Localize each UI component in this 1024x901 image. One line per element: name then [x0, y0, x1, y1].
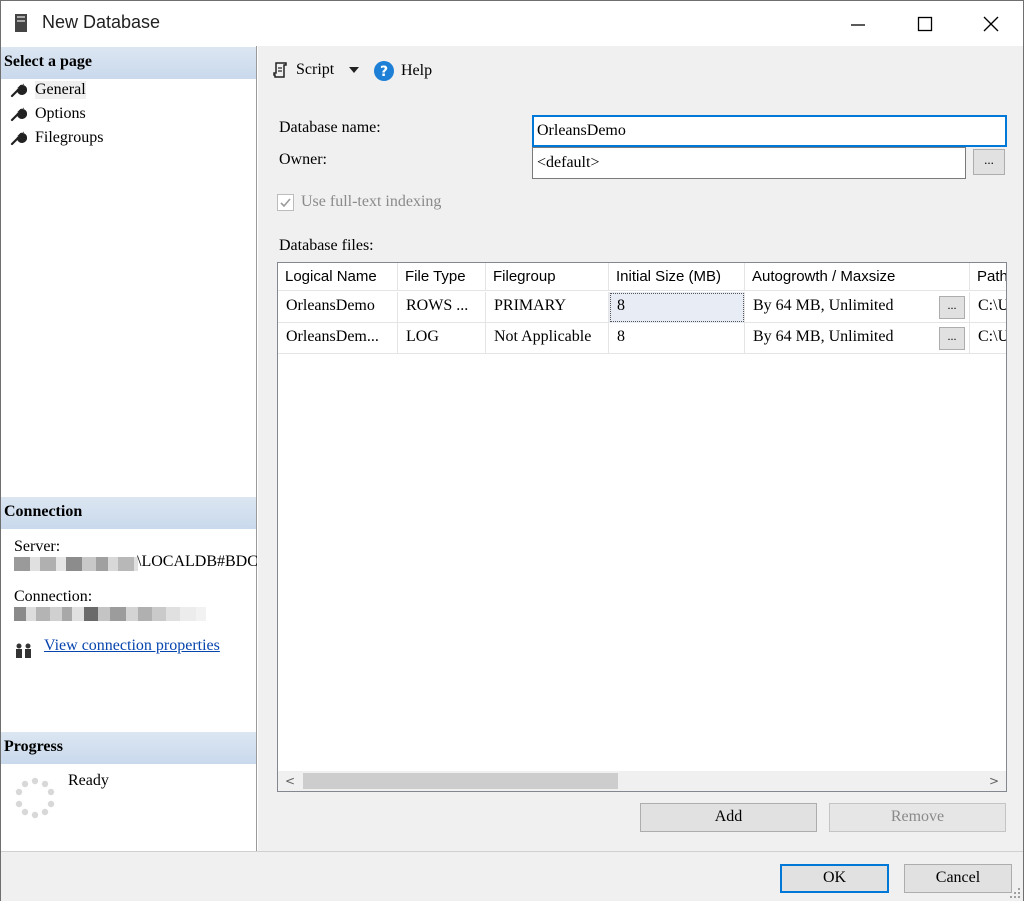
autogrowth-browse-button[interactable]: ...	[939, 296, 965, 319]
page-item-general[interactable]: General	[9, 79, 86, 101]
grid-header: Logical Name File Type Filegroup Initial…	[278, 263, 1006, 291]
connection-header: Connection	[1, 497, 256, 529]
add-button[interactable]: Add	[640, 803, 817, 832]
cell-autogrowth[interactable]: By 64 MB, Unlimited ...	[745, 292, 970, 323]
cell-initial-size-value: 8	[617, 297, 625, 314]
resize-grip-icon[interactable]	[1009, 887, 1021, 899]
page-item-label: Filegroups	[35, 129, 104, 146]
wrench-icon	[10, 83, 27, 98]
cell-logical-name[interactable]: OrleansDemo	[278, 292, 398, 323]
table-row[interactable]: OrleansDem... LOG Not Applicable 8 By 64…	[278, 323, 1006, 354]
new-database-window: New Database Select a page General Optio…	[0, 0, 1024, 901]
connection-label: Connection:	[14, 588, 93, 605]
wrench-icon	[10, 107, 27, 122]
progress-header: Progress	[1, 732, 256, 764]
people-icon	[16, 643, 31, 658]
scroll-right-arrow[interactable]: >	[989, 774, 999, 788]
cell-initial-size[interactable]: 8	[609, 323, 745, 354]
general-page-panel: Script ? Help Database name: Owner: ... …	[258, 46, 1023, 851]
database-name-input[interactable]	[532, 115, 1007, 147]
cell-initial-size[interactable]: 8	[609, 292, 745, 323]
column-header-path[interactable]: Path	[970, 263, 1006, 291]
view-connection-properties-link[interactable]: View connection properties	[44, 637, 220, 655]
owner-input[interactable]	[532, 147, 966, 179]
connection-name-masked	[14, 607, 206, 621]
scrollbar-thumb[interactable]	[303, 773, 618, 789]
cell-autogrowth-value: By 64 MB, Unlimited	[753, 328, 894, 345]
autogrowth-browse-button[interactable]: ...	[939, 327, 965, 350]
horizontal-scrollbar[interactable]: < >	[278, 771, 1006, 791]
title-bar: New Database	[1, 1, 1023, 46]
database-name-label: Database name:	[279, 119, 381, 136]
database-files-grid: Logical Name File Type Filegroup Initial…	[277, 262, 1007, 792]
cell-logical-name[interactable]: OrleansDem...	[278, 323, 398, 354]
fulltext-indexing-checkbox[interactable]	[277, 193, 294, 211]
script-button[interactable]: Script	[271, 60, 334, 80]
script-label: Script	[296, 61, 335, 78]
maximize-icon	[917, 16, 933, 31]
table-row[interactable]: OrleansDemo ROWS ... PRIMARY 8 By 64 MB,…	[278, 292, 1006, 323]
select-page-header: Select a page	[1, 47, 256, 79]
close-icon	[983, 16, 999, 31]
owner-label: Owner:	[279, 151, 327, 168]
page-item-label: General	[35, 81, 86, 99]
dialog-footer: OK Cancel	[1, 851, 1023, 901]
cell-path[interactable]: C:\U	[970, 323, 1006, 354]
fulltext-indexing-row[interactable]: Use full-text indexing	[277, 193, 441, 211]
cell-filegroup[interactable]: PRIMARY	[486, 292, 609, 323]
window-title: New Database	[42, 12, 161, 32]
cell-file-type[interactable]: LOG	[398, 323, 486, 354]
minimize-icon	[851, 23, 865, 26]
scroll-left-arrow[interactable]: <	[285, 774, 295, 788]
close-button[interactable]	[957, 1, 1024, 46]
owner-browse-button[interactable]: ...	[973, 149, 1005, 175]
cell-path[interactable]: C:\U	[970, 292, 1006, 323]
column-header-logical-name[interactable]: Logical Name	[278, 263, 398, 291]
svg-text:?: ?	[380, 64, 388, 80]
script-icon	[273, 62, 287, 78]
ok-button[interactable]: OK	[780, 864, 889, 893]
fulltext-indexing-label: Use full-text indexing	[301, 193, 442, 210]
maximize-button[interactable]	[891, 1, 959, 46]
checkmark-icon	[280, 197, 291, 207]
column-header-autogrowth[interactable]: Autogrowth / Maxsize	[745, 263, 970, 291]
progress-spinner-icon	[15, 777, 55, 819]
help-button[interactable]: ? Help	[373, 60, 432, 82]
script-dropdown-button[interactable]	[348, 66, 360, 74]
cell-filegroup[interactable]: Not Applicable	[486, 323, 609, 354]
page-item-filegroups[interactable]: Filegroups	[9, 127, 103, 149]
server-label: Server:	[14, 538, 61, 555]
remove-button[interactable]: Remove	[829, 803, 1006, 832]
help-icon: ?	[374, 61, 394, 81]
minimize-button[interactable]	[824, 1, 892, 46]
cell-file-type[interactable]: ROWS ...	[398, 292, 486, 323]
column-header-filegroup[interactable]: Filegroup	[486, 263, 609, 291]
database-files-label: Database files:	[279, 237, 374, 254]
database-icon	[15, 14, 27, 32]
wrench-icon	[10, 131, 27, 146]
server-name-suffix: \LOCALDB#BDC	[137, 553, 257, 570]
left-pane: Select a page General Options Filegroups…	[1, 46, 257, 851]
cell-autogrowth[interactable]: By 64 MB, Unlimited ...	[745, 323, 970, 354]
cancel-button[interactable]: Cancel	[904, 864, 1012, 893]
chevron-down-icon	[349, 67, 359, 73]
help-label: Help	[401, 62, 433, 79]
column-header-initial-size[interactable]: Initial Size (MB)	[609, 263, 745, 291]
progress-status: Ready	[68, 772, 109, 789]
cell-autogrowth-value: By 64 MB, Unlimited	[753, 297, 894, 314]
page-item-options[interactable]: Options	[9, 103, 86, 125]
page-item-label: Options	[35, 105, 86, 122]
server-name-masked	[14, 557, 138, 571]
column-header-file-type[interactable]: File Type	[398, 263, 486, 291]
